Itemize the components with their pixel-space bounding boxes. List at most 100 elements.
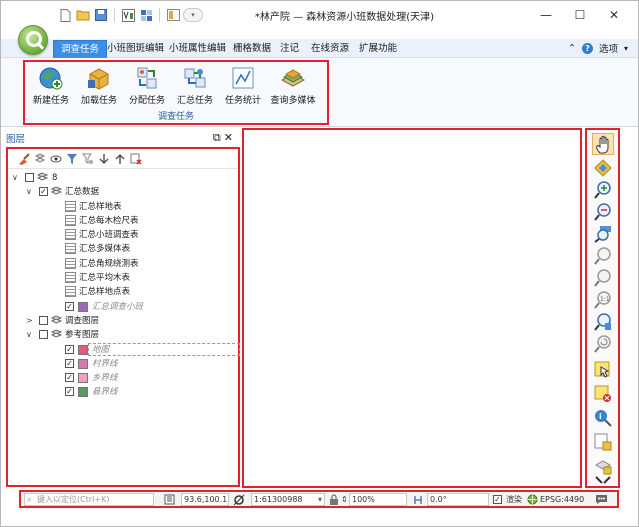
- query-media-button[interactable]: 查询多媒体: [269, 66, 317, 110]
- float-panel-icon[interactable]: ⧉: [213, 131, 224, 144]
- clear-selection-icon[interactable]: [594, 385, 612, 403]
- query-media-label: 查询多媒体: [270, 96, 316, 106]
- new-task-button[interactable]: 新建任务: [27, 66, 75, 110]
- zoom-out-icon[interactable]: [594, 203, 612, 221]
- add-group-icon[interactable]: [34, 152, 46, 165]
- layer-tree-row[interactable]: ✓ 乡界线: [8, 371, 238, 385]
- locator-search[interactable]: ⌕ 键入以定位(Ctrl+K): [24, 493, 154, 506]
- layer-checkbox[interactable]: [39, 330, 48, 340]
- tab-subcompartment-shape-edit[interactable]: 小班图斑编辑: [107, 40, 164, 58]
- collapse-ribbon-icon[interactable]: ⌃: [568, 43, 576, 54]
- layer-color-swatch: [78, 373, 88, 384]
- layer-checkbox[interactable]: [39, 315, 48, 325]
- layer-style-icon[interactable]: [18, 152, 30, 165]
- expand-arrow-icon[interactable]: >: [26, 316, 34, 325]
- layer-tree-row[interactable]: ∨ 参考图层: [8, 328, 238, 342]
- zoom-in-icon[interactable]: [594, 181, 612, 199]
- layer-checkbox[interactable]: ✓: [65, 358, 74, 368]
- help-icon[interactable]: ?: [581, 42, 593, 54]
- layer-tree-row[interactable]: > 调查图层: [8, 314, 238, 328]
- zoom-next-icon[interactable]: [594, 269, 612, 287]
- crs-label[interactable]: EPSG:4490: [540, 493, 584, 507]
- layer-tree-row[interactable]: 汇总平均木表: [8, 271, 238, 285]
- layer-checkbox[interactable]: ✓: [65, 301, 74, 311]
- select-feature-icon[interactable]: [594, 361, 612, 379]
- layer-tree-row[interactable]: ✓ 村界线: [8, 357, 238, 371]
- expand-arrow-icon[interactable]: ∨: [12, 174, 20, 182]
- tab-subcompartment-attr-edit[interactable]: 小班属性编辑: [169, 40, 226, 58]
- map-navigation-toolbar: 1:1 i: [585, 128, 620, 488]
- layer-checkbox[interactable]: ✓: [65, 373, 74, 383]
- layer-checkbox[interactable]: [25, 173, 34, 182]
- assign-task-label: 分配任务: [128, 96, 165, 106]
- collapse-all-icon[interactable]: [114, 153, 126, 165]
- search-icon: ⌕: [27, 495, 32, 504]
- tab-online-resources[interactable]: 在线资源: [311, 40, 349, 58]
- task-stats-button[interactable]: 任务统计: [219, 66, 267, 110]
- hand-pan-icon[interactable]: [592, 133, 614, 155]
- svg-text:i: i: [599, 412, 602, 421]
- layer-tree-row[interactable]: ✓ 县界线: [8, 385, 238, 399]
- expand-arrow-icon[interactable]: ∨: [26, 188, 34, 196]
- expand-arrow-icon[interactable]: ∨: [26, 331, 34, 339]
- zoom-1to1-icon[interactable]: 1:1: [594, 291, 612, 309]
- filter-icon[interactable]: [66, 153, 78, 165]
- visibility-eye-icon[interactable]: [50, 153, 62, 165]
- full-extent-icon[interactable]: [594, 159, 612, 177]
- table-icon: [65, 229, 76, 241]
- lock-icon[interactable]: [329, 493, 339, 507]
- remove-layer-icon[interactable]: [130, 153, 142, 165]
- expand-all-icon[interactable]: [98, 153, 110, 165]
- scale-field[interactable]: 1:61300988 ▾: [251, 493, 325, 506]
- fullscreen-icon[interactable]: [594, 475, 612, 485]
- magnifier-field[interactable]: 100%: [349, 493, 407, 506]
- tab-raster-data[interactable]: 栅格数据: [233, 40, 271, 58]
- layer-tree-row[interactable]: ∨ 8: [8, 171, 238, 185]
- scale-lock-icon[interactable]: [233, 493, 245, 507]
- refresh-map-icon[interactable]: [594, 335, 612, 353]
- minimize-button[interactable]: —: [529, 1, 563, 29]
- search-input[interactable]: 键入以定位(Ctrl+K): [37, 495, 109, 504]
- messages-icon[interactable]: [595, 493, 608, 507]
- summary-task-button[interactable]: 汇总任务: [171, 66, 219, 110]
- layer-checkbox[interactable]: ✓: [65, 344, 74, 354]
- assign-task-button[interactable]: 分配任务: [123, 66, 171, 110]
- close-panel-icon[interactable]: ✕: [224, 131, 236, 144]
- layers-panel-header: 图层 ⧉✕: [6, 131, 238, 146]
- layer-tree-row[interactable]: 汇总样地表: [8, 200, 238, 214]
- zoom-selection-icon[interactable]: [594, 313, 612, 331]
- render-checkbox[interactable]: ✓: [493, 493, 502, 507]
- identify-icon[interactable]: i: [594, 409, 612, 427]
- layer-tree-row[interactable]: 汇总角规绕测表: [8, 257, 238, 271]
- layer-tree-row[interactable]: ∨ ✓ 汇总数据: [8, 185, 238, 199]
- map-canvas[interactable]: [242, 128, 582, 488]
- layer-tree-row[interactable]: 汇总小班调查表: [8, 228, 238, 242]
- tab-survey-task[interactable]: 调查任务: [53, 40, 108, 58]
- maximize-button[interactable]: ☐: [563, 1, 597, 29]
- layer-tree-row[interactable]: 汇总样地点表: [8, 285, 238, 299]
- options-menu[interactable]: 选项: [599, 41, 618, 55]
- tab-extensions[interactable]: 扩展功能: [359, 40, 397, 58]
- tab-annotation[interactable]: 注记: [280, 40, 299, 58]
- layer-tree-row[interactable]: 汇总每木检尺表: [8, 214, 238, 228]
- rotation-field[interactable]: 0.0°: [427, 493, 489, 506]
- chevron-down-icon[interactable]: ▾: [624, 44, 628, 53]
- layer-tree-row[interactable]: 汇总多媒体表: [8, 242, 238, 256]
- layer-checkbox[interactable]: ✓: [65, 387, 74, 397]
- bookmark-icon[interactable]: [594, 457, 612, 475]
- close-button[interactable]: ✕: [597, 1, 631, 29]
- layer-label: 地图: [92, 344, 110, 355]
- zoom-previous-icon[interactable]: [594, 247, 612, 265]
- layer-checkbox[interactable]: ✓: [39, 187, 48, 197]
- coordinate-toggle-icon[interactable]: [164, 493, 175, 507]
- app-menu-button[interactable]: [18, 25, 48, 55]
- crs-globe-icon[interactable]: [527, 493, 538, 507]
- measure-icon[interactable]: [594, 433, 612, 451]
- table-icon: [65, 272, 76, 284]
- layer-tree-row[interactable]: ✓ 地图: [8, 342, 240, 357]
- load-task-button[interactable]: 加载任务: [75, 66, 123, 110]
- layer-tree-row[interactable]: ✓ 汇总调查小班: [8, 300, 238, 314]
- zoom-to-layer-icon[interactable]: [594, 225, 612, 243]
- coordinates-field[interactable]: 93.6,100.1: [181, 493, 229, 506]
- filter-by-map-icon[interactable]: [82, 153, 94, 165]
